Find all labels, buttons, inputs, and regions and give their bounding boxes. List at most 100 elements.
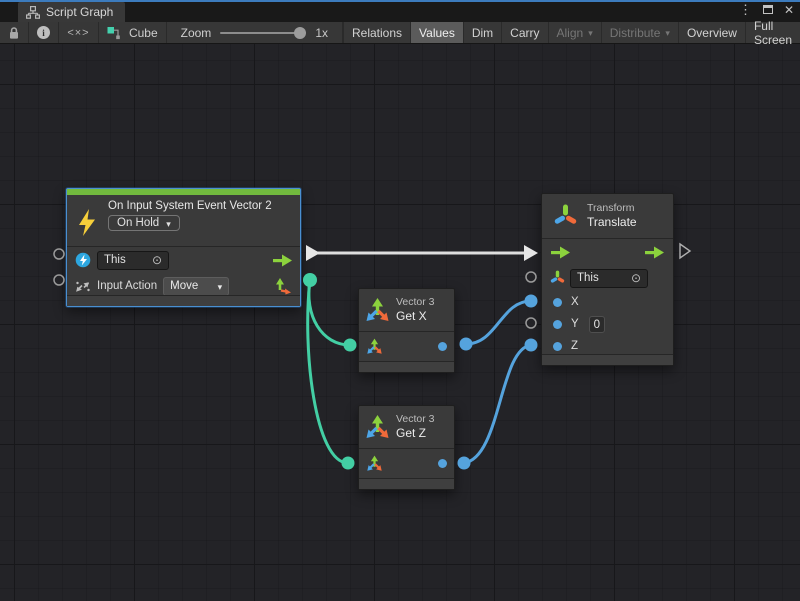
node-category: Transform xyxy=(587,202,637,215)
window-controls: ⋮ ✕ xyxy=(739,3,794,16)
event-action-port[interactable] xyxy=(54,275,64,285)
event-this-row: This ⊙ xyxy=(67,247,300,273)
translate-port-x: X xyxy=(542,291,673,313)
fullscreen-button[interactable]: Full Screen xyxy=(745,22,800,43)
maximize-icon[interactable] xyxy=(763,5,773,14)
transform-mini-icon xyxy=(550,270,565,286)
vector2-output-icon[interactable] xyxy=(274,277,292,295)
get-x-header: Vector 3 Get X xyxy=(359,289,454,332)
graph-canvas[interactable]: On Input System Event Vector 2 On Hold ▾… xyxy=(0,44,800,601)
get-z-body xyxy=(359,449,454,479)
input-action-dropdown[interactable]: Move ▾ xyxy=(163,277,229,296)
node-footer xyxy=(542,354,673,365)
node-title: Get Z xyxy=(396,426,435,441)
code-icon: <×> xyxy=(67,27,89,39)
target-picker-icon[interactable]: ⊙ xyxy=(152,254,162,266)
node-category: Vector 3 xyxy=(396,296,435,309)
getz-input-port[interactable] xyxy=(342,457,355,470)
getx-input-port[interactable] xyxy=(344,339,357,352)
dim-button[interactable]: Dim xyxy=(463,22,501,43)
chevron-down-icon: ▾ xyxy=(218,283,223,292)
hierarchy-icon xyxy=(26,6,40,19)
flow-output-arrow-icon[interactable] xyxy=(645,246,664,259)
wire-getx-to-x xyxy=(466,301,531,344)
zoom-value: 1x xyxy=(315,26,328,40)
event-this-port[interactable] xyxy=(54,249,64,259)
float-output-port[interactable] xyxy=(438,342,447,351)
get-x-body xyxy=(359,332,454,362)
z-wire-end[interactable] xyxy=(525,339,538,352)
lightning-bolt-icon xyxy=(76,208,97,237)
overview-button[interactable]: Overview xyxy=(678,22,745,43)
float-input-port[interactable] xyxy=(553,298,562,307)
wire-getz-to-z xyxy=(464,345,531,463)
zoom-control: Zoom 1x xyxy=(167,22,343,43)
graph-toolbar: i <×> Cube Zoom 1x Relations Values xyxy=(0,22,800,44)
node-footer xyxy=(359,478,454,489)
float-input-port[interactable] xyxy=(553,342,562,351)
carry-button[interactable]: Carry xyxy=(501,22,547,43)
float-input-port[interactable] xyxy=(553,320,562,329)
vector3-icon xyxy=(364,297,391,323)
translate-this-port[interactable] xyxy=(526,272,536,282)
translate-y-port[interactable] xyxy=(526,318,536,328)
input-action-label: Input Action xyxy=(97,280,157,292)
node-on-input-system-event[interactable]: On Input System Event Vector 2 On Hold ▾… xyxy=(66,188,301,307)
x-wire-end[interactable] xyxy=(525,295,538,308)
wire-vector2-to-getx xyxy=(309,280,350,345)
input-system-icon xyxy=(75,252,91,268)
graph-asset-icon xyxy=(107,26,123,40)
tab-script-graph[interactable]: Script Graph xyxy=(18,2,125,22)
vector2-output-port[interactable] xyxy=(303,273,317,287)
vector3-input-icon[interactable] xyxy=(366,455,383,472)
values-button[interactable]: Values xyxy=(410,22,463,43)
chevron-down-icon: ▾ xyxy=(588,29,593,38)
vector3-input-icon[interactable] xyxy=(366,338,383,355)
wire-vector2-to-getz xyxy=(308,280,348,463)
transform-icon xyxy=(553,203,578,230)
lock-icon xyxy=(8,26,20,40)
close-icon[interactable]: ✕ xyxy=(784,4,794,16)
graph-breadcrumb[interactable]: Cube xyxy=(99,22,167,43)
event-node-accent-bar xyxy=(67,189,300,195)
window-menu-icon[interactable]: ⋮ xyxy=(739,3,752,16)
flow-arrowhead-start xyxy=(306,245,320,261)
info-button[interactable]: i xyxy=(29,22,59,43)
target-picker-icon[interactable]: ⊙ xyxy=(631,272,641,284)
event-node-header: On Input System Event Vector 2 On Hold ▾ xyxy=(67,200,300,247)
translate-flow-out-port[interactable] xyxy=(680,244,690,258)
y-value-input[interactable]: 0 xyxy=(589,316,605,333)
input-action-icon xyxy=(75,279,91,294)
event-target-field[interactable]: This ⊙ xyxy=(97,251,169,270)
node-get-x[interactable]: Vector 3 Get X xyxy=(358,288,455,373)
flow-output-arrow-icon[interactable] xyxy=(273,254,292,267)
translate-header: Transform Translate xyxy=(542,194,673,239)
lock-button[interactable] xyxy=(0,22,29,43)
zoom-slider-knob[interactable] xyxy=(294,27,306,39)
float-output-port[interactable] xyxy=(438,459,447,468)
info-icon: i xyxy=(37,26,50,39)
node-category: Vector 3 xyxy=(396,413,435,426)
node-footer xyxy=(359,361,454,372)
node-translate[interactable]: Transform Translate xyxy=(541,193,674,366)
node-footer xyxy=(67,295,300,306)
tab-label: Script Graph xyxy=(46,5,113,19)
node-title: Translate xyxy=(587,215,637,230)
event-mode-dropdown[interactable]: On Hold ▾ xyxy=(108,215,180,231)
relations-button[interactable]: Relations xyxy=(343,22,410,43)
code-view-button[interactable]: <×> xyxy=(59,22,99,43)
node-get-z[interactable]: Vector 3 Get Z xyxy=(358,405,455,490)
flow-input-arrow-icon[interactable] xyxy=(551,246,570,259)
chevron-down-icon: ▾ xyxy=(166,220,171,229)
zoom-slider[interactable] xyxy=(220,32,306,34)
getz-wire-start[interactable] xyxy=(458,457,471,470)
get-z-header: Vector 3 Get Z xyxy=(359,406,454,449)
node-title: On Input System Event Vector 2 xyxy=(108,200,300,212)
flow-arrowhead-end xyxy=(524,245,538,261)
translate-flow-row xyxy=(542,239,673,265)
distribute-button[interactable]: Distribute ▾ xyxy=(601,22,678,43)
script-graph-window: Script Graph ⋮ ✕ i <×> Cube xyxy=(0,0,800,601)
getx-wire-start[interactable] xyxy=(460,338,473,351)
align-button[interactable]: Align ▾ xyxy=(548,22,601,43)
translate-target-field[interactable]: This ⊙ xyxy=(570,269,648,288)
